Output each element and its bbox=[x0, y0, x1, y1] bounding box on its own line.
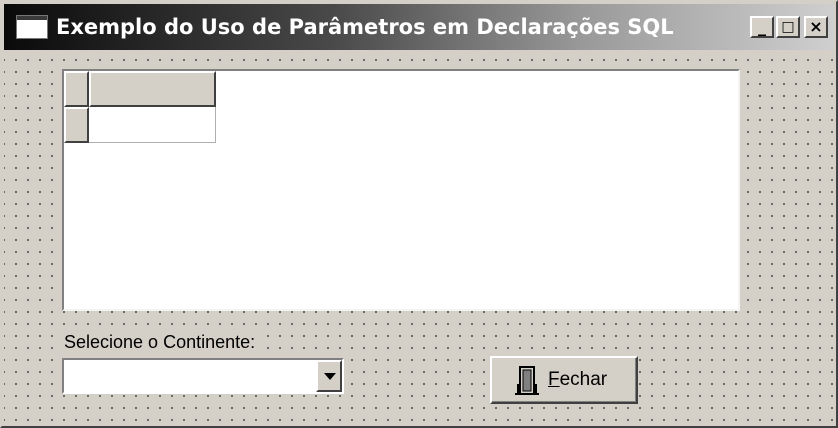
maximize-button[interactable]: □ bbox=[776, 16, 800, 38]
main-window: Exemplo do Uso de Parâmetros em Declaraç… bbox=[0, 0, 838, 428]
door-exit-icon bbox=[515, 366, 539, 395]
fechar-button[interactable]: Fechar bbox=[490, 356, 638, 404]
window-icon[interactable] bbox=[16, 15, 48, 39]
continent-combobox[interactable] bbox=[62, 358, 344, 394]
continent-label: Selecione o Continente: bbox=[62, 331, 258, 353]
grid-row-indicator[interactable] bbox=[64, 107, 89, 143]
window-title: Exemplo do Uso de Parâmetros em Declaraç… bbox=[56, 15, 674, 39]
fechar-label-rest: echar bbox=[559, 369, 608, 390]
grid-column-header[interactable] bbox=[89, 71, 216, 107]
fechar-accelerator: F bbox=[548, 369, 560, 390]
fechar-button-label: Fechar bbox=[548, 369, 607, 391]
grid-corner-cell bbox=[64, 71, 89, 107]
form-client-area: Selecione o Continente: Fechar bbox=[4, 50, 834, 426]
minimize-button[interactable]: _ bbox=[750, 16, 774, 38]
data-grid[interactable] bbox=[62, 69, 740, 311]
title-bar[interactable]: Exemplo do Uso de Parâmetros em Declaraç… bbox=[4, 4, 834, 50]
chevron-down-icon[interactable] bbox=[316, 360, 342, 392]
close-window-button[interactable]: × bbox=[804, 16, 828, 38]
grid-data-cell[interactable] bbox=[89, 107, 216, 143]
